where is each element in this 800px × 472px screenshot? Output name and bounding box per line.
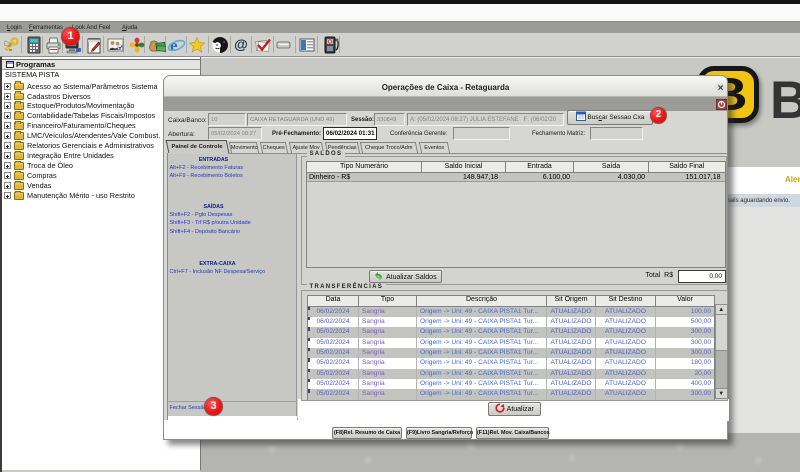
- svg-text:e: e: [170, 36, 178, 55]
